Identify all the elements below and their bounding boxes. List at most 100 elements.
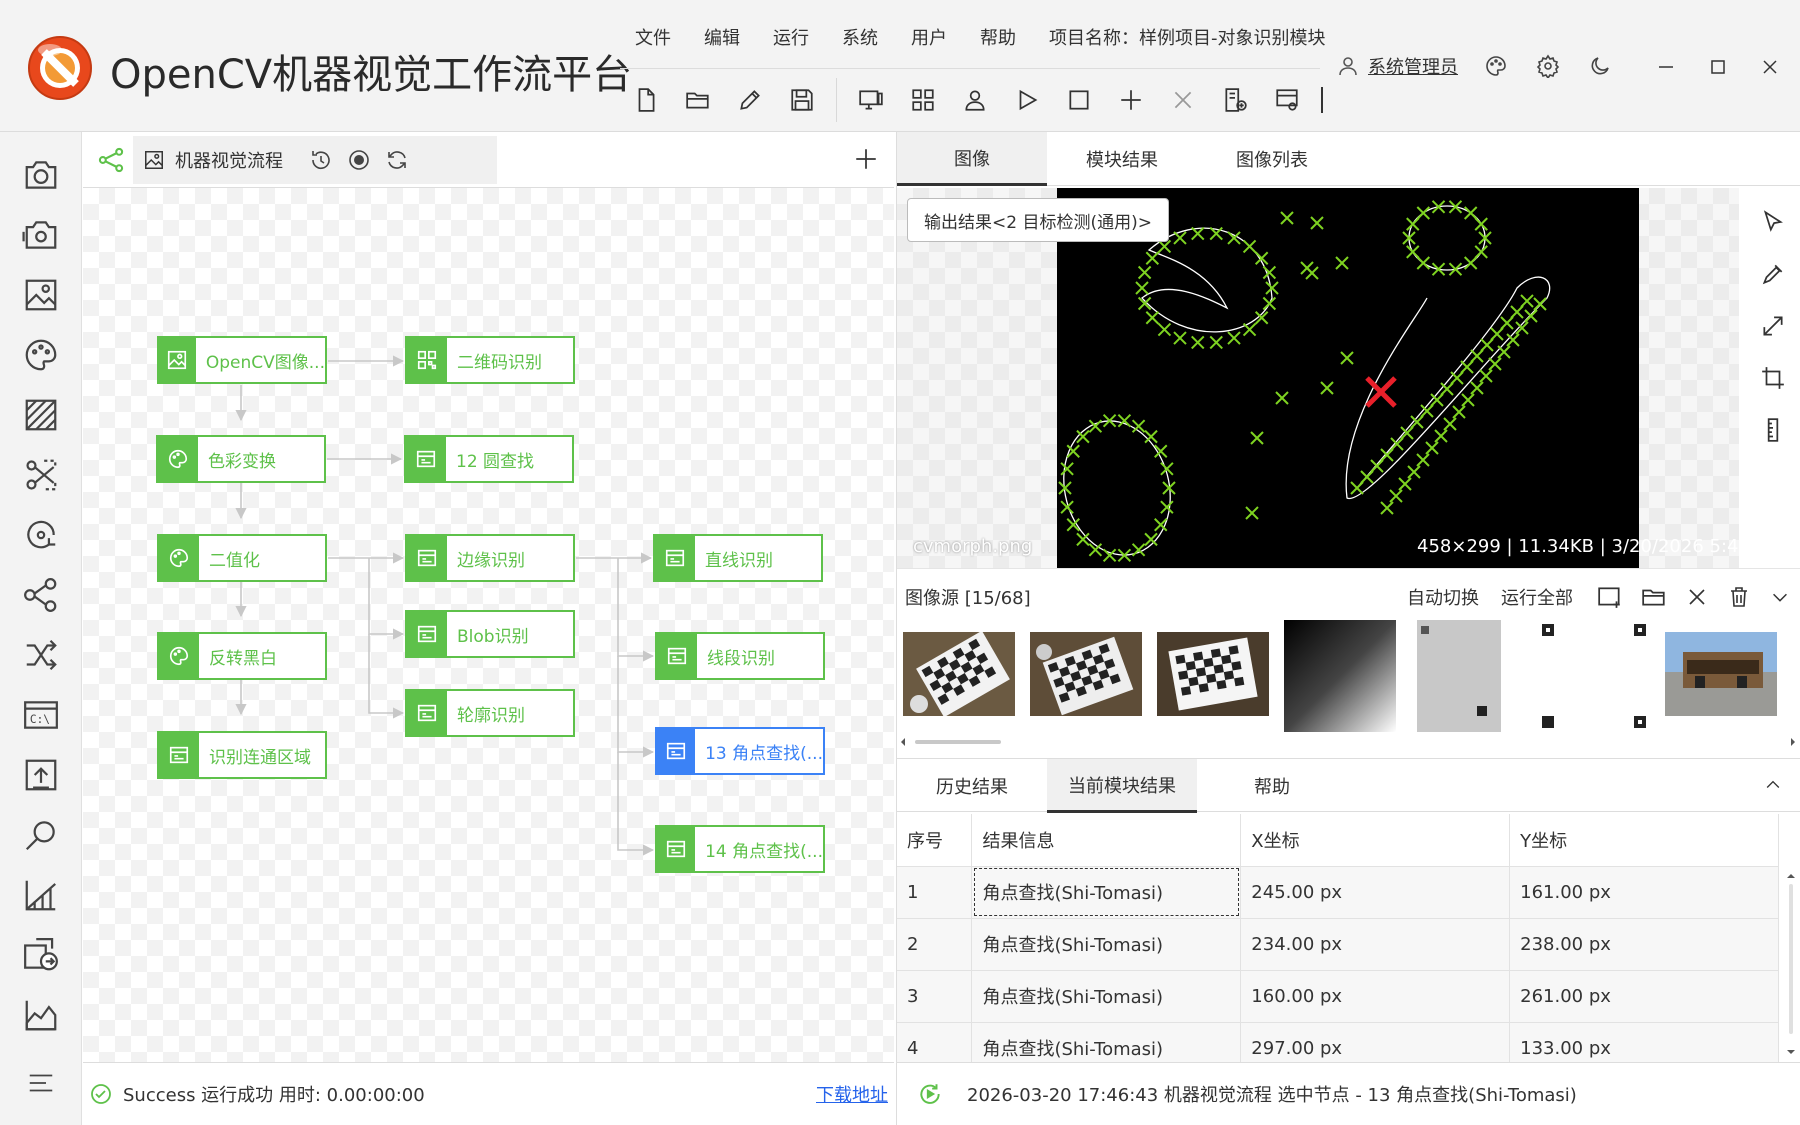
collapse-results-button[interactable] [1763, 775, 1783, 795]
monitor-button[interactable] [853, 82, 889, 118]
image-thumbnail[interactable] [1411, 620, 1523, 732]
fit-tool-button[interactable] [1757, 310, 1789, 342]
record-button[interactable] [347, 148, 371, 172]
save-button[interactable] [784, 82, 820, 118]
ruler-tool-button[interactable] [1757, 414, 1789, 446]
flow-node-invert[interactable]: 反转黑白 [157, 632, 327, 680]
flow-node-corner-find-14[interactable]: 14 角点查找(... [655, 825, 825, 873]
rail-crop-button[interactable] [20, 454, 62, 496]
image-thumbnail[interactable] [1538, 620, 1650, 732]
flow-node-contour-detect[interactable]: 轮廓识别 [405, 689, 575, 737]
auto-switch-button[interactable]: 自动切换 [1407, 584, 1479, 610]
remove-image-button[interactable] [1685, 585, 1709, 609]
flow-node-segment-detect[interactable]: 线段识别 [655, 632, 825, 680]
flow-node-circle-find[interactable]: 12 圆查找 [404, 435, 574, 483]
thumbnail-scrollbar[interactable] [897, 734, 1800, 750]
download-link[interactable]: 下载地址 [816, 1081, 888, 1107]
rail-console-button[interactable]: C:\ [20, 694, 62, 736]
flow-node-image-source[interactable]: OpenCV图像... [157, 336, 327, 384]
menu-help[interactable]: 帮助 [980, 24, 1016, 50]
tab-module-result[interactable]: 模块结果 [1047, 132, 1197, 186]
history-button[interactable] [309, 148, 333, 172]
column-header[interactable]: 结果信息 [971, 814, 1242, 867]
minimize-button[interactable] [1640, 52, 1692, 82]
settings-button[interactable] [1534, 52, 1562, 80]
new-file-button[interactable] [628, 82, 664, 118]
tab-image-list[interactable]: 图像列表 [1197, 132, 1347, 186]
module-settings-button[interactable] [1269, 82, 1305, 118]
rail-menu-button[interactable] [20, 1062, 62, 1104]
dark-mode-button[interactable] [1586, 52, 1614, 80]
table-row[interactable]: 4 角点查找(Shi-Tomasi) 297.00 px 133.00 px [897, 1022, 1779, 1062]
rail-export-button[interactable] [20, 754, 62, 796]
rail-pattern-button[interactable] [20, 394, 62, 436]
flow-node-edge-detect[interactable]: 边缘识别 [405, 534, 575, 582]
menu-run[interactable]: 运行 [773, 24, 809, 50]
table-scrollbar[interactable] [1783, 814, 1799, 1062]
rail-chart-button[interactable] [20, 994, 62, 1036]
rail-rotate-button[interactable] [20, 514, 62, 556]
image-thumbnail[interactable] [1030, 632, 1142, 716]
flow-node-color-transform[interactable]: 色彩变换 [156, 435, 326, 483]
run-button[interactable] [1009, 82, 1045, 118]
image-thumbnail[interactable] [1157, 632, 1269, 716]
stop-button[interactable] [1061, 82, 1097, 118]
cell-info[interactable]: 角点查找(Shi-Tomasi) [971, 866, 1242, 919]
flow-node-blob-detect[interactable]: Blob识别 [405, 610, 575, 658]
image-thumbnail[interactable] [1284, 620, 1396, 732]
table-row[interactable]: 1 角点查找(Shi-Tomasi) 245.00 px 161.00 px [897, 866, 1779, 919]
run-all-button[interactable]: 运行全部 [1501, 584, 1573, 610]
flow-node-connected-regions[interactable]: 识别连通区域 [157, 731, 327, 779]
edit-button[interactable] [732, 82, 768, 118]
add-flow-button[interactable] [853, 146, 879, 172]
theme-palette-button[interactable] [1482, 52, 1510, 80]
flow-tab[interactable]: 机器视觉流程 [133, 136, 497, 184]
menu-user[interactable]: 用户 [911, 24, 947, 50]
flow-node-binarize[interactable]: 二值化 [157, 534, 327, 582]
column-header[interactable]: X坐标 [1240, 814, 1511, 867]
rail-camera-multi-button[interactable] [20, 214, 62, 256]
flow-node-qrcode[interactable]: 二维码识别 [405, 336, 575, 384]
loop-button[interactable] [385, 148, 409, 172]
rail-image-button[interactable] [20, 274, 62, 316]
image-thumbnail[interactable] [1665, 632, 1777, 716]
add-image-button[interactable] [1597, 584, 1623, 610]
rail-shuffle-button[interactable] [20, 634, 62, 676]
crop-tool-button[interactable] [1757, 362, 1789, 394]
layout-button[interactable] [905, 82, 941, 118]
tab-current-results[interactable]: 当前模块结果 [1047, 759, 1197, 813]
flow-node-line-detect[interactable]: 直线识别 [653, 534, 823, 582]
add-module-button[interactable] [1217, 82, 1253, 118]
add-button[interactable] [1113, 82, 1149, 118]
rail-camera-button[interactable] [20, 154, 62, 196]
select-tool-button[interactable] [1757, 206, 1789, 238]
close-window-button[interactable] [1744, 52, 1796, 82]
flow-canvas[interactable]: OpenCV图像... 二维码识别 色彩变换 12 圆查找 二值化 边缘识别 直… [83, 188, 894, 1062]
rail-measure-button[interactable] [20, 874, 62, 916]
open-image-folder-button[interactable] [1641, 584, 1667, 610]
column-header[interactable]: Y坐标 [1509, 814, 1779, 867]
tab-image[interactable]: 图像 [897, 132, 1047, 186]
menu-file[interactable]: 文件 [635, 24, 671, 50]
rail-transfer-button[interactable] [20, 934, 62, 976]
user-button[interactable] [957, 82, 993, 118]
maximize-button[interactable] [1692, 52, 1744, 82]
picker-tool-button[interactable] [1757, 258, 1789, 290]
open-folder-button[interactable] [680, 82, 716, 118]
image-viewer[interactable]: 输出结果<2 目标检测(通用)> cvmorph.png 458×299 | 1… [897, 188, 1800, 568]
toolbar-overflow[interactable] [1321, 87, 1327, 113]
table-row[interactable]: 2 角点查找(Shi-Tomasi) 234.00 px 238.00 px [897, 918, 1779, 971]
output-result-label[interactable]: 输出结果<2 目标检测(通用)> [907, 198, 1169, 242]
share-flow-button[interactable] [97, 146, 125, 174]
menu-edit[interactable]: 编辑 [704, 24, 740, 50]
rail-nodes-button[interactable] [20, 574, 62, 616]
tab-history-results[interactable]: 历史结果 [897, 759, 1047, 813]
column-header[interactable]: 序号 [897, 814, 973, 867]
table-row[interactable]: 3 角点查找(Shi-Tomasi) 160.00 px 261.00 px [897, 970, 1779, 1023]
image-thumbnail[interactable] [903, 632, 1015, 716]
collapse-source-button[interactable] [1769, 586, 1791, 608]
rail-search-button[interactable] [20, 814, 62, 856]
menu-system[interactable]: 系统 [842, 24, 878, 50]
remove-button[interactable] [1165, 82, 1201, 118]
flow-node-corner-find-13[interactable]: 13 角点查找(... [655, 727, 825, 775]
